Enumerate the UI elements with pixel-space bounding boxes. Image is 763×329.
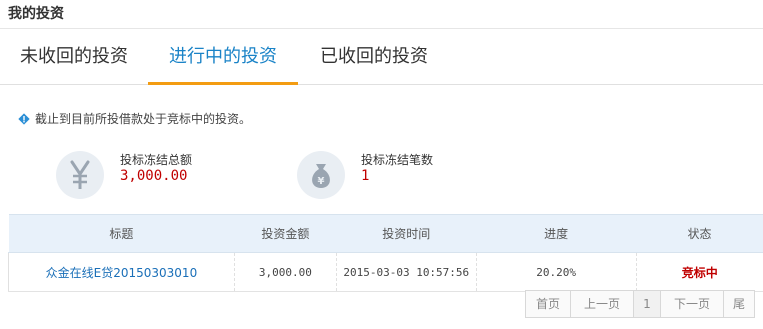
investment-time: 2015-03-03 10:57:56	[335, 252, 477, 292]
column-header-time: 投资时间	[336, 214, 477, 253]
investment-tabs: 未收回的投资 进行中的投资 已收回的投资	[0, 29, 763, 85]
last-page-button[interactable]: 尾	[723, 290, 755, 318]
investment-table: 标题 投资金额 投资时间 进度 状态 众金在线E贷20150303010 3,0…	[8, 214, 763, 292]
page-header: 我的投资	[0, 0, 763, 29]
tab-unrecovered[interactable]: 未收回的投资	[18, 29, 130, 84]
money-bag-icon: ¥	[297, 151, 345, 199]
prev-page-button[interactable]: 上一页	[570, 290, 634, 318]
yen-icon	[56, 151, 104, 199]
stat-value: 3,000.00	[120, 168, 188, 184]
column-header-amount: 投资金额	[234, 214, 337, 253]
stat-label: 投标冻结总额	[120, 153, 193, 167]
investment-amount: 3,000.00	[233, 252, 337, 292]
active-tab-indicator	[148, 82, 298, 85]
status-badge: 竞标中	[681, 265, 718, 280]
tab-in-progress[interactable]: 进行中的投资	[148, 29, 298, 84]
current-page[interactable]: 1	[633, 290, 661, 318]
column-header-status: 状态	[636, 214, 763, 253]
notice: 截止到目前所投借款处于竞标中的投资。	[18, 110, 251, 127]
column-header-title: 标题	[8, 214, 235, 253]
svg-text:¥: ¥	[318, 176, 325, 187]
first-page-button[interactable]: 首页	[525, 290, 571, 318]
column-header-progress: 进度	[476, 214, 637, 253]
stat-label: 投标冻结笔数	[361, 153, 434, 167]
tab-recovered[interactable]: 已收回的投资	[318, 29, 430, 84]
loan-title-link[interactable]: 众金在线E贷20150303010	[46, 266, 198, 280]
info-diamond-icon	[18, 112, 30, 125]
notice-text: 截止到目前所投借款处于竞标中的投资。	[35, 112, 252, 126]
page-title: 我的投资	[8, 6, 64, 22]
stat-value: 1	[361, 168, 370, 184]
table-row: 众金在线E贷20150303010 3,000.00 2015-03-03 10…	[8, 252, 763, 292]
pagination: 首页 上一页 1 下一页 尾	[525, 290, 755, 318]
next-page-button[interactable]: 下一页	[660, 290, 724, 318]
investment-progress: 20.20%	[475, 252, 637, 292]
table-header-row: 标题 投资金额 投资时间 进度 状态	[8, 214, 763, 253]
